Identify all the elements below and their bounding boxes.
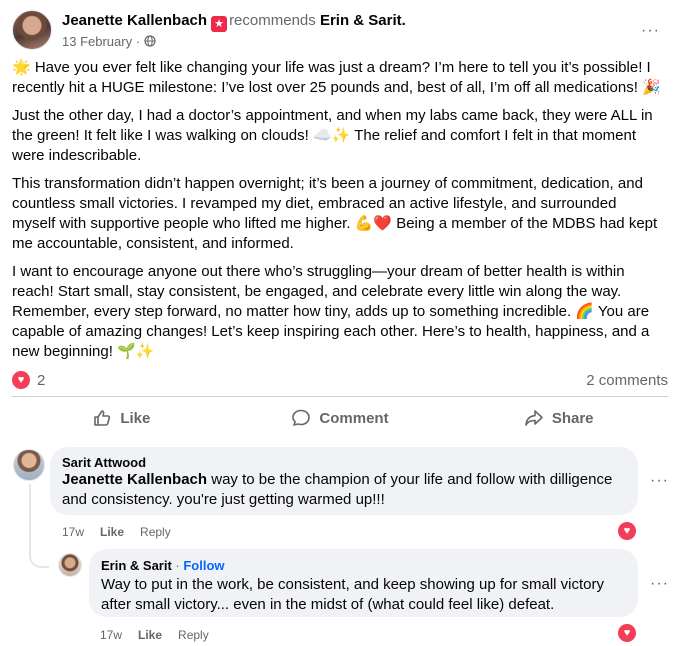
commenter-avatar[interactable] [58,553,82,577]
comment-meta: 17w Like Reply [100,628,209,642]
share-button[interactable]: Share [449,400,668,436]
post-more-options-icon[interactable]: ··· [641,22,660,40]
comment-bubble: Erin & Sarit · Follow Way to put in the … [89,549,638,617]
reaction-count[interactable]: 2 [37,372,45,389]
comment-like-button[interactable]: Like [138,628,162,642]
heart-icon[interactable]: ♥ [12,371,30,389]
thread-curve [29,550,49,568]
recommend-target[interactable]: Erin & Sarit. [320,12,406,29]
like-button[interactable]: Like [12,400,231,436]
recommend-star-icon: ★ [211,16,228,32]
follow-button[interactable]: Follow [183,558,224,573]
commenter-avatar[interactable] [13,449,45,481]
post-body: 🌟 Have you ever felt like changing your … [12,58,662,370]
globe-icon [144,35,156,47]
comment-label: Comment [319,409,389,427]
share-label: Share [551,409,594,427]
heart-icon[interactable]: ♥ [618,624,636,642]
comment-reply-button[interactable]: Reply [178,628,209,642]
recommend-word: recommends [229,12,316,29]
author-name[interactable]: Jeanette Kallenbach [62,12,207,29]
comment-reply-button[interactable]: Reply [140,525,171,539]
post-date[interactable]: 13 February [62,34,132,49]
share-arrow-icon [525,410,543,426]
meta-separator: · [135,34,141,49]
heart-icon[interactable]: ♥ [618,522,636,540]
actions-row: Like Comment Share [12,400,668,436]
divider [12,396,668,397]
comment-time[interactable]: 17w [62,525,84,539]
comment-meta: 17w Like Reply [62,525,171,539]
comment-separator: · [171,558,184,573]
comment-text: Jeanette Kallenbach way to be the champi… [62,470,626,510]
comment-more-options-icon[interactable]: ··· [650,472,669,490]
comment-bubble: Sarit Attwood Jeanette Kallenbach way to… [50,447,638,515]
comment-button[interactable]: Comment [231,400,450,436]
comment-mention[interactable]: Jeanette Kallenbach [62,471,207,488]
comment-text: Way to put in the work, be consistent, a… [101,576,605,613]
post-meta: 13 February · [62,34,156,49]
comment-like-button[interactable]: Like [100,525,124,539]
post-header: Jeanette Kallenbach ★ recommends Erin & Sa… [12,10,668,54]
post-paragraph: Just the other day, I had a doctor’s app… [12,107,653,164]
comment-count[interactable]: 2 comments [586,372,668,389]
thread-line [29,484,31,550]
comment-bubble-icon [292,409,311,426]
post-paragraph: 🌟 Have you ever felt like changing your … [12,59,661,96]
reactions-row: ♥ 2 2 comments [12,370,668,392]
comment-author[interactable]: Erin & Sarit [101,558,172,573]
like-label: Like [120,409,151,427]
author-avatar[interactable] [12,10,52,50]
thumbs-up-icon [94,410,111,426]
comment-header: Erin & Sarit · Follow [101,557,626,575]
comment-author[interactable]: Sarit Attwood [62,455,626,470]
comment-more-options-icon[interactable]: ··· [650,575,669,593]
comment-time[interactable]: 17w [100,628,122,642]
post-paragraph: This transformation didn’t happen overni… [12,175,658,252]
post-paragraph: I want to encourage anyone out there who… [12,263,650,360]
author-line: Jeanette Kallenbach ★ recommends Erin & Sa… [62,12,406,32]
